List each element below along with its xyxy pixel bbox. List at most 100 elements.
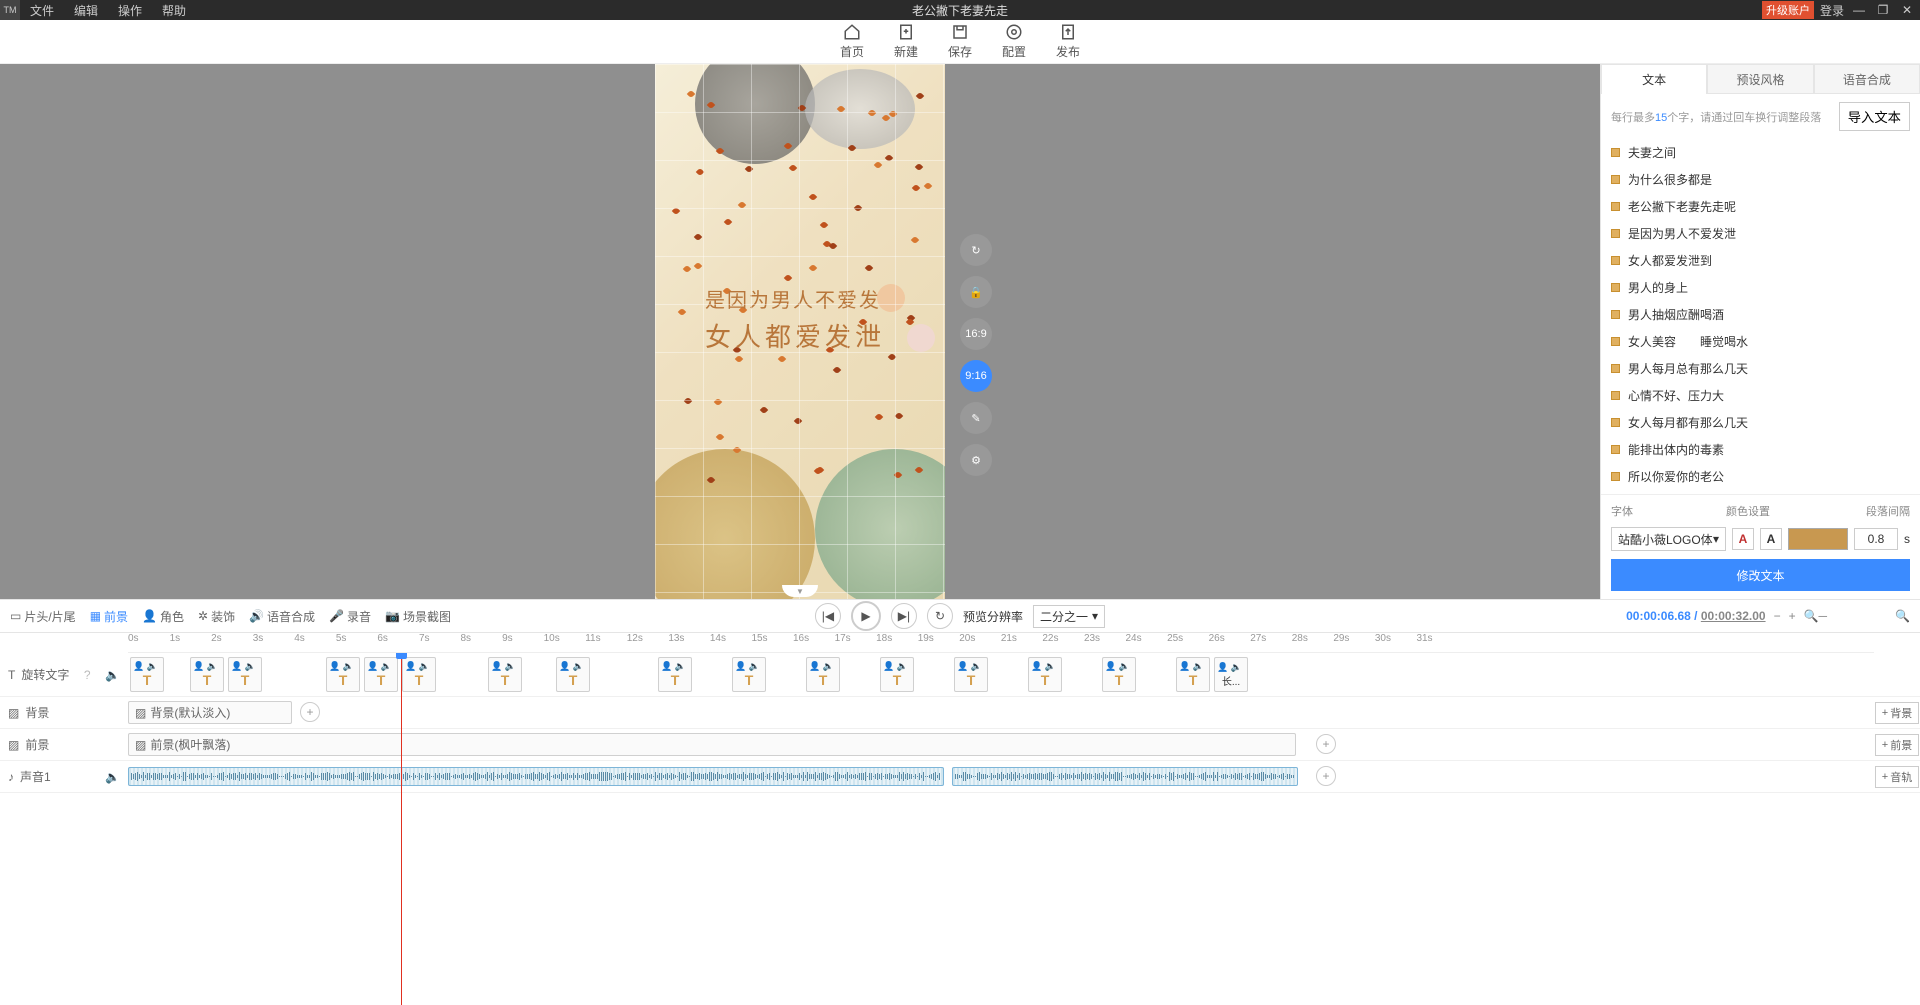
playhead[interactable] — [401, 653, 402, 1005]
text-clip[interactable]: 👤 🔈T — [326, 657, 360, 692]
toolbar-config[interactable]: 配置 — [1002, 23, 1026, 60]
aspect-16-9-button[interactable]: 16:9 — [960, 318, 992, 350]
tab-preset[interactable]: 预设风格 — [1707, 64, 1813, 94]
text-line[interactable]: 女人每月都有那么几天 — [1611, 409, 1910, 436]
text-clip[interactable]: 👤 🔈T — [190, 657, 224, 692]
text-clip[interactable]: 👤 🔈T — [1102, 657, 1136, 692]
text-clip[interactable]: 👤 🔈T — [1176, 657, 1210, 692]
font-select[interactable]: 站酷小薇LOGO体▾ — [1611, 527, 1726, 551]
resolution-select[interactable]: 二分之一▾ — [1033, 605, 1105, 628]
toolbar-home[interactable]: 首页 — [840, 23, 864, 60]
text-line[interactable]: 男人每月总有那么几天 — [1611, 355, 1910, 382]
canvas[interactable]: 是因为男人不爱发泄 女人都爱发泄 — [655, 64, 945, 599]
text-line[interactable]: 为什么很多都是 — [1611, 166, 1910, 193]
text-clip[interactable]: 👤 🔈T — [130, 657, 164, 692]
time-ruler[interactable]: 0s1s2s3s4s5s6s7s8s9s10s11s12s13s14s15s16… — [128, 633, 1874, 653]
bg-clip[interactable]: ▨ 背景(默认淡入) — [128, 701, 292, 724]
text-clip[interactable]: 👤 🔈T — [364, 657, 398, 692]
text-line[interactable]: 是因为男人不爱发泄 — [1611, 220, 1910, 247]
prev-button[interactable]: |◀ — [815, 603, 841, 629]
text-clip-long[interactable]: 👤 🔈长... — [1214, 657, 1248, 692]
zoom-in[interactable]: + — [1789, 609, 1796, 623]
text-line[interactable]: 老公撇下老妻先走呢 — [1611, 193, 1910, 220]
toolbar-publish[interactable]: 发布 — [1056, 23, 1080, 60]
add-bg-button[interactable]: + 背景 — [1875, 702, 1919, 724]
tl-screenshot[interactable]: 📷 场景截图 — [385, 608, 451, 625]
spacing-input[interactable]: 0.8 — [1854, 528, 1898, 550]
tl-record[interactable]: 🎤 录音 — [329, 608, 371, 625]
canvas-edit-button[interactable]: ✎ — [960, 402, 992, 434]
aspect-9-16-button[interactable]: 9:16 — [960, 360, 992, 392]
canvas-refresh-button[interactable]: ↻ — [960, 234, 992, 266]
tab-text[interactable]: 文本 — [1601, 64, 1707, 94]
maximize-button[interactable]: ❐ — [1874, 1, 1892, 19]
publish-icon — [1059, 23, 1077, 41]
upgrade-badge[interactable]: 升级账户 — [1762, 1, 1814, 19]
tl-headtail[interactable]: ▭ 片头/片尾 — [10, 608, 76, 625]
canvas-area[interactable]: 是因为男人不爱发泄 女人都爱发泄 ↻ 🔒 16:9 9:16 ✎ ⚙ ▼ — [0, 64, 1600, 599]
add-audio-inline[interactable]: + — [1316, 766, 1336, 786]
text-clip[interactable]: 👤 🔈T — [880, 657, 914, 692]
text-line[interactable]: 男人抽烟应酬喝酒 — [1611, 301, 1910, 328]
text-clip[interactable]: 👤 🔈T — [954, 657, 988, 692]
text-line[interactable]: 所以你爱你的老公 — [1611, 463, 1910, 490]
line-text: 女人美容 睡觉喝水 — [1628, 333, 1748, 350]
zoom-out[interactable]: − — [1774, 609, 1781, 623]
import-text-button[interactable]: 导入文本 — [1839, 102, 1910, 131]
text-clip[interactable]: 👤 🔈T — [1028, 657, 1062, 692]
canvas-lock-button[interactable]: 🔒 — [960, 276, 992, 308]
play-button[interactable]: ▶ — [851, 601, 881, 631]
add-audio-button[interactable]: + 音轨 — [1875, 766, 1919, 788]
modify-text-button[interactable]: 修改文本 — [1611, 559, 1910, 591]
tl-role[interactable]: 👤 角色 — [142, 608, 184, 625]
text-line[interactable]: 能排出体内的毒素 — [1611, 436, 1910, 463]
line-bullet-icon — [1611, 445, 1620, 454]
tl-foreground[interactable]: ▦ 前景 — [90, 608, 128, 625]
mute-icon[interactable]: 🔈 — [105, 668, 120, 682]
menu-help[interactable]: 帮助 — [152, 2, 196, 19]
text-line[interactable]: 女人美容 睡觉喝水 — [1611, 328, 1910, 355]
toolbar-new[interactable]: 新建 — [894, 23, 918, 60]
close-button[interactable]: ✕ — [1898, 1, 1916, 19]
toolbar-save[interactable]: 保存 — [948, 23, 972, 60]
text-clip[interactable]: 👤 🔈T — [488, 657, 522, 692]
color-swatch[interactable] — [1788, 528, 1848, 550]
text-clip[interactable]: 👤 🔈T — [228, 657, 262, 692]
tab-tts[interactable]: 语音合成 — [1814, 64, 1920, 94]
text-clip[interactable]: 👤 🔈T — [806, 657, 840, 692]
add-fg-button[interactable]: + 前景 — [1875, 734, 1919, 756]
text-line[interactable]: 夫妻之间 — [1611, 139, 1910, 166]
add-fg-inline[interactable]: + — [1316, 734, 1336, 754]
menu-file[interactable]: 文件 — [20, 2, 64, 19]
minimize-button[interactable]: — — [1850, 1, 1868, 19]
text-line-list[interactable]: 夫妻之间为什么很多都是老公撇下老妻先走呢是因为男人不爱发泄女人都爱发泄到男人的身… — [1601, 139, 1920, 494]
text-clip[interactable]: 👤 🔈T — [658, 657, 692, 692]
track-text: T旋转文字?🔈 👤 🔈T👤 🔈T👤 🔈T👤 🔈T👤 🔈T👤 🔈T👤 🔈T👤 🔈T… — [0, 653, 1920, 697]
line-text: 男人的身上 — [1628, 279, 1688, 296]
line-bullet-icon — [1611, 418, 1620, 427]
help-icon[interactable]: ? — [84, 668, 91, 682]
audio-clip[interactable] — [128, 767, 944, 786]
add-bg-inline[interactable]: + — [300, 702, 320, 722]
tl-decor[interactable]: ✲ 装饰 — [198, 608, 235, 625]
fg-clip[interactable]: ▨ 前景(枫叶飘落) — [128, 733, 1296, 756]
canvas-settings-button[interactable]: ⚙ — [960, 444, 992, 476]
login-link[interactable]: 登录 — [1820, 2, 1844, 19]
text-color-b[interactable]: A — [1760, 528, 1782, 550]
text-color-a[interactable]: A — [1732, 528, 1754, 550]
loop-button[interactable]: ↻ — [927, 603, 953, 629]
next-button[interactable]: ▶| — [891, 603, 917, 629]
tl-tts[interactable]: 🔊 语音合成 — [249, 608, 315, 625]
text-clip[interactable]: 👤 🔈T — [732, 657, 766, 692]
mute-icon[interactable]: 🔈 — [105, 770, 120, 784]
text-line[interactable]: 女人都爱发泄到 — [1611, 247, 1910, 274]
zoom-fit[interactable]: 🔍 — [1895, 609, 1910, 623]
menu-action[interactable]: 操作 — [108, 2, 152, 19]
text-line[interactable]: 男人的身上 — [1611, 274, 1910, 301]
audio-clip[interactable] — [952, 767, 1298, 786]
text-clip[interactable]: 👤 🔈T — [402, 657, 436, 692]
menu-edit[interactable]: 编辑 — [64, 2, 108, 19]
text-line[interactable]: 心情不好、压力大 — [1611, 382, 1910, 409]
text-clip[interactable]: 👤 🔈T — [556, 657, 590, 692]
zoom-slider-icon[interactable]: 🔍─ — [1804, 609, 1827, 623]
